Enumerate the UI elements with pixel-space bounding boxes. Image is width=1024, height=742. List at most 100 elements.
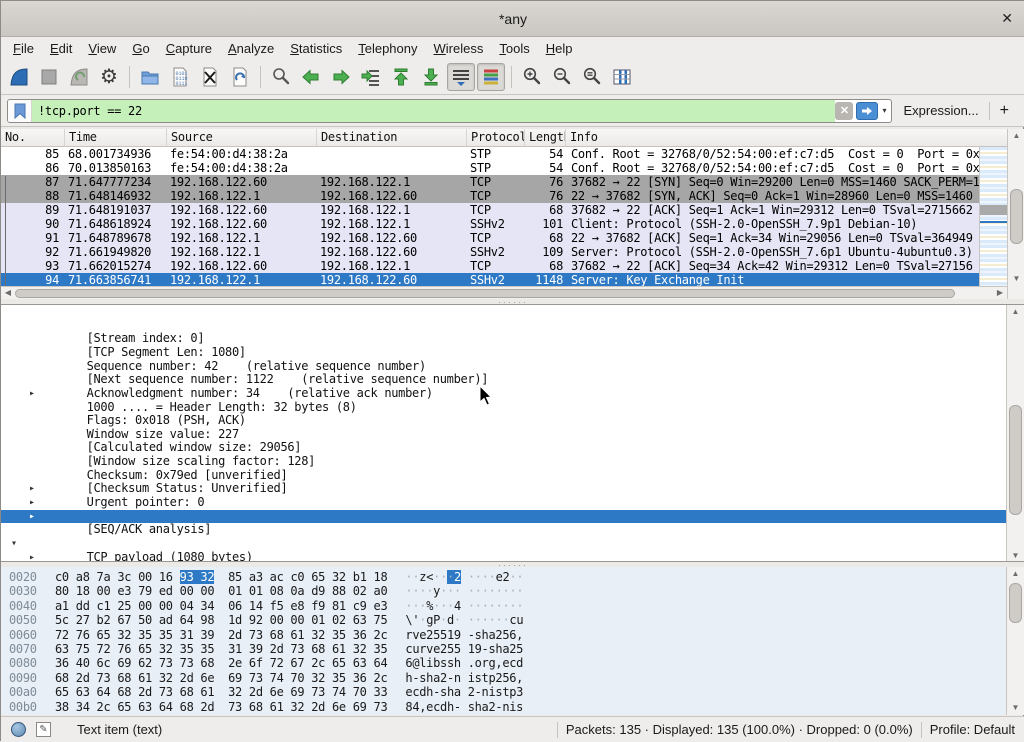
hex-row[interactable]: 0060 72 76 65 32 35 35 31 39 2d 73 68 61…: [1, 628, 1024, 642]
hex-row[interactable]: 0050 5c 27 b2 67 50 ad 64 98 1d 92 00 00…: [1, 613, 1024, 627]
detail-line[interactable]: Checksum: 0x79ed [unverified]: [1, 441, 1024, 455]
restart-capture-button[interactable]: [65, 63, 93, 91]
scrollbar-thumb[interactable]: [1009, 405, 1022, 515]
detail-line[interactable]: [Window size scaling factor: 128]: [1, 428, 1024, 442]
packet-row[interactable]: 88 71.648146932 192.168.122.1 192.168.12…: [1, 189, 979, 203]
zoom-in-button[interactable]: [518, 63, 546, 91]
filter-apply-button[interactable]: [856, 102, 878, 120]
hex-row[interactable]: 0080 36 40 6c 69 62 73 73 68 2e 6f 72 67…: [1, 656, 1024, 670]
filter-clear-button[interactable]: ✕: [835, 102, 853, 120]
detail-line[interactable]: ▾ SSH Protocol: [1, 537, 1024, 551]
close-window-button[interactable]: ✕: [1001, 10, 1013, 27]
hex-row[interactable]: 00a0 65 63 64 68 2d 73 68 61 32 2d 6e 69…: [1, 685, 1024, 699]
start-capture-button[interactable]: [5, 63, 33, 91]
packet-row[interactable]: 87 71.647777234 192.168.122.60 192.168.1…: [1, 175, 979, 189]
detail-line[interactable]: [Next sequence number: 1122 (relative se…: [1, 346, 1024, 360]
detail-line[interactable]: Sequence number: 42 (relative sequence n…: [1, 332, 1024, 346]
go-to-packet-button[interactable]: [357, 63, 385, 91]
detail-line[interactable]: [Calculated window size: 29056]: [1, 414, 1024, 428]
hex-row[interactable]: 0070 63 75 72 76 65 32 35 35 31 39 2d 73…: [1, 642, 1024, 656]
expert-info-icon[interactable]: [11, 722, 26, 737]
colorize-button[interactable]: [477, 63, 505, 91]
detail-line[interactable]: [Checksum Status: Unverified]: [1, 455, 1024, 469]
go-to-bottom-button[interactable]: [417, 63, 445, 91]
detail-line[interactable]: ▸ Options: (12 bytes), No-Operation (NOP…: [1, 482, 1024, 496]
packet-row[interactable]: 90 71.648618924 192.168.122.60 192.168.1…: [1, 217, 979, 231]
intelligent-scrollbar-minimap[interactable]: [979, 147, 1007, 287]
detail-line[interactable]: Window size value: 227: [1, 400, 1024, 414]
menu-item[interactable]: Wireless: [426, 39, 492, 58]
menu-item[interactable]: File: [5, 39, 42, 58]
detail-line[interactable]: [TCP Segment Len: 1080]: [1, 319, 1024, 333]
save-file-button[interactable]: 010101100111: [166, 63, 194, 91]
reload-file-button[interactable]: [226, 63, 254, 91]
packet-list-vscrollbar[interactable]: ▲ ▼: [1007, 129, 1024, 286]
detail-line[interactable]: 1000 .... = Header Length: 32 bytes (8): [1, 373, 1024, 387]
expander-icon[interactable]: ▾: [11, 537, 17, 551]
detail-line[interactable]: Acknowledgment number: 34 (relative ack …: [1, 360, 1024, 374]
detail-line[interactable]: ▸ Flags: 0x018 (PSH, ACK): [1, 387, 1024, 401]
column-header-length[interactable]: Length: [525, 129, 566, 146]
menu-item[interactable]: View: [80, 39, 124, 58]
detail-line[interactable]: ▸ [Timestamps]: [1, 510, 1024, 524]
open-file-button[interactable]: [136, 63, 164, 91]
packet-row[interactable]: 86 70.013850163 fe:54:00:d4:38:2a STP 54…: [1, 161, 979, 175]
menu-item[interactable]: Capture: [158, 39, 220, 58]
detail-line[interactable]: TCP payload (1080 bytes): [1, 523, 1024, 537]
scrollbar-thumb[interactable]: [15, 289, 955, 298]
scrollbar-thumb[interactable]: [1009, 583, 1022, 623]
scroll-up-arrow[interactable]: ▲: [1007, 305, 1024, 319]
menu-item[interactable]: Statistics: [282, 39, 350, 58]
display-filter-input[interactable]: !tcp.port == 22: [32, 100, 835, 122]
hex-row[interactable]: 0030 80 18 00 e3 79 ed 00 00 01 01 08 0a…: [1, 584, 1024, 598]
hex-row[interactable]: 0020 c0 a8 7a 3c 00 16 93 32 85 a3 ac c0…: [1, 570, 1024, 584]
packet-list-header[interactable]: No. Time Source Destination Protocol Len…: [1, 129, 1007, 147]
expander-icon[interactable]: ▸: [29, 496, 35, 510]
detail-line[interactable]: ▸ [SEQ/ACK analysis]: [1, 496, 1024, 510]
scroll-down-arrow[interactable]: ▼: [1007, 549, 1024, 562]
scroll-down-arrow[interactable]: ▼: [1008, 272, 1024, 286]
packet-row[interactable]: 94 71.663856741 192.168.122.1 192.168.12…: [1, 273, 979, 287]
hex-row[interactable]: 0040 a1 dd c1 25 00 00 04 34 06 14 f5 e8…: [1, 599, 1024, 613]
hex-vscrollbar[interactable]: ▲ ▼: [1006, 567, 1024, 715]
column-header-time[interactable]: Time: [65, 129, 167, 146]
detail-line[interactable]: [Stream index: 0]: [1, 305, 1024, 319]
menu-item[interactable]: Analyze: [220, 39, 282, 58]
hex-row[interactable]: 0090 68 2d 73 68 61 32 2d 6e 69 73 74 70…: [1, 671, 1024, 685]
scroll-up-arrow[interactable]: ▲: [1007, 567, 1024, 581]
resize-columns-button[interactable]: [608, 63, 636, 91]
expander-icon[interactable]: ▸: [29, 551, 35, 562]
capture-comment-icon[interactable]: ✎: [36, 722, 51, 737]
close-file-button[interactable]: [196, 63, 224, 91]
expander-icon[interactable]: ▸: [29, 482, 35, 496]
filter-history-caret[interactable]: ▾: [880, 106, 890, 115]
hex-row[interactable]: 00b0 38 34 2c 65 63 64 68 2d 73 68 61 32…: [1, 700, 1024, 714]
expander-icon[interactable]: ▸: [29, 510, 35, 524]
zoom-100-button[interactable]: [578, 63, 606, 91]
column-header-source[interactable]: Source: [167, 129, 317, 146]
zoom-out-button[interactable]: [548, 63, 576, 91]
go-forward-button[interactable]: [327, 63, 355, 91]
stop-capture-button[interactable]: [35, 63, 63, 91]
filter-add-button[interactable]: +: [990, 102, 1019, 120]
column-header-protocol[interactable]: Protocol: [467, 129, 525, 146]
packet-row[interactable]: 93 71.662015274 192.168.122.60 192.168.1…: [1, 259, 979, 273]
menu-item[interactable]: Edit: [42, 39, 80, 58]
packet-row[interactable]: 92 71.661949820 192.168.122.1 192.168.12…: [1, 245, 979, 259]
status-profile[interactable]: Profile: Default: [930, 722, 1015, 737]
packet-row[interactable]: 89 71.648191037 192.168.122.60 192.168.1…: [1, 203, 979, 217]
scrollbar-thumb[interactable]: [1010, 189, 1023, 244]
column-header-no[interactable]: No.: [1, 129, 65, 146]
go-back-button[interactable]: [297, 63, 325, 91]
filter-bookmark-button[interactable]: [8, 100, 32, 122]
scroll-down-arrow[interactable]: ▼: [1007, 701, 1024, 715]
display-filter-field[interactable]: !tcp.port == 22 ✕ ▾: [7, 99, 892, 123]
packet-row[interactable]: 85 68.001734936 fe:54:00:d4:38:2a STP 54…: [1, 147, 979, 161]
expression-button[interactable]: Expression...: [892, 103, 989, 118]
scroll-left-arrow[interactable]: ◀: [1, 287, 15, 299]
capture-options-button[interactable]: ⚙: [95, 63, 123, 91]
auto-scroll-button[interactable]: [447, 63, 475, 91]
find-packet-button[interactable]: [267, 63, 295, 91]
menu-item[interactable]: Help: [538, 39, 581, 58]
column-header-info[interactable]: Info: [566, 129, 1007, 146]
